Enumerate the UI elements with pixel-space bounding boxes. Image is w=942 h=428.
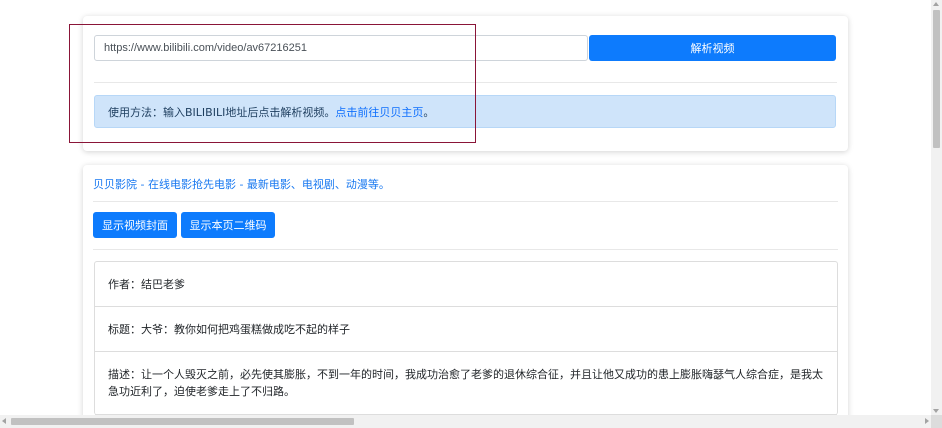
usage-text: 使用方法：输入BILIBILI地址后点击解析视频。 (108, 105, 336, 119)
video-url-input[interactable] (94, 35, 588, 61)
divider (93, 249, 838, 250)
author-row: 作者：结巴老爹 (95, 262, 837, 307)
scroll-down-icon[interactable] (933, 409, 939, 413)
scroll-up-icon[interactable] (933, 2, 939, 6)
scroll-right-icon[interactable] (925, 418, 929, 424)
author-text: 作者：结巴老爹 (108, 277, 185, 291)
description-row: 描述：让一个人毁灭之前，必先使其膨胀，不到一年的时间，我成功治愈了老爹的退休综合… (95, 352, 837, 415)
horizontal-scroll-thumb[interactable] (11, 418, 354, 425)
video-info-list: 作者：结巴老爹 标题：大爷：教你如何把鸡蛋糕做成吃不起的样子 描述：让一个人毁灭… (94, 261, 838, 415)
result-card: 贝贝影院 - 在线电影抢先电影 - 最新电影、电视剧、动漫等。 显示视频封面 显… (83, 165, 848, 425)
parse-video-button[interactable]: 解析视频 (589, 35, 836, 61)
homepage-link[interactable]: 点击前往贝贝主页 (335, 104, 423, 120)
title-row: 标题：大爷：教你如何把鸡蛋糕做成吃不起的样子 (95, 307, 837, 352)
scroll-left-icon[interactable] (2, 418, 6, 424)
vertical-scrollbar[interactable] (931, 0, 942, 415)
show-qr-button[interactable]: 显示本页二维码 (181, 212, 275, 238)
divider (94, 82, 837, 83)
title-text: 标题：大爷：教你如何把鸡蛋糕做成吃不起的样子 (108, 322, 350, 336)
usage-alert: 使用方法：输入BILIBILI地址后点击解析视频。 点击前往贝贝主页。 (94, 95, 836, 128)
site-link[interactable]: 贝贝影院 - 在线电影抢先电影 - 最新电影、电视剧、动漫等。 (93, 176, 390, 192)
description-text: 描述：让一个人毁灭之前，必先使其膨胀，不到一年的时间，我成功治愈了老爹的退休综合… (108, 368, 823, 398)
divider (93, 201, 838, 202)
scrollbar-corner (931, 415, 942, 428)
show-cover-button[interactable]: 显示视频封面 (93, 212, 177, 238)
vertical-scroll-thumb[interactable] (933, 10, 940, 148)
parser-card: 解析视频 使用方法：输入BILIBILI地址后点击解析视频。点击前往贝贝主页。 (83, 16, 848, 151)
usage-suffix: 。 (423, 105, 435, 119)
horizontal-scrollbar[interactable] (0, 415, 931, 428)
